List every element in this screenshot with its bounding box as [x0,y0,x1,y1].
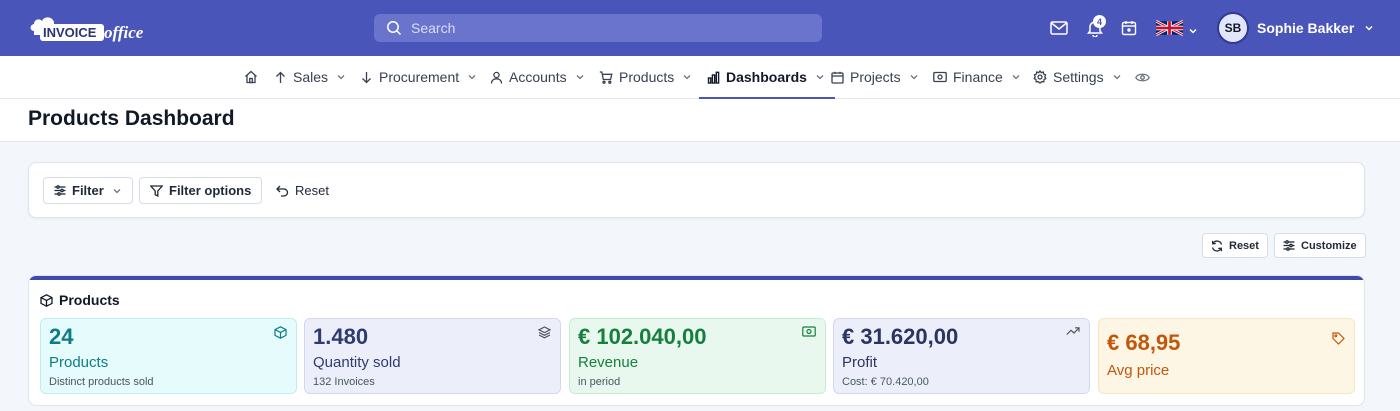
nav-item-accounts[interactable]: Accounts [490,56,585,98]
chevron-down-icon [113,188,121,193]
kpi-subtitle: in period [578,376,621,388]
kpi-label: Quantity sold [313,354,401,371]
kpi-label: Revenue [578,354,639,371]
chevron-down-icon [337,75,345,80]
box-icon [274,326,287,339]
svg-text:INVOICE: INVOICE [43,25,97,40]
sliders-icon [54,185,66,196]
nav-item-dashboards[interactable]: Dashboards [699,56,835,99]
nav-item-finance[interactable]: Finance [933,56,1021,98]
nav-item-projects[interactable]: Projects [831,56,919,98]
layers-icon [538,326,551,339]
chevron-down-icon [1012,75,1020,80]
banknote-icon [802,326,816,337]
customize-button[interactable]: Customize [1274,233,1366,258]
mail-icon[interactable] [1049,18,1069,38]
search-icon [387,21,402,36]
trending-up-icon [1066,327,1080,335]
kpi-value: € 102.040,00 [578,324,707,349]
chevron-down-icon [468,75,476,80]
chevron-down-icon [816,75,824,80]
calendar-icon [831,71,844,84]
top-bar: INVOICE office 4 SB Sophie Bakker [0,0,1400,56]
chevron-down-icon [1113,75,1121,80]
reset-filters-button[interactable]: Reset [266,177,339,204]
gear-icon [1033,70,1047,84]
filter-options-button[interactable]: Filter options [139,177,263,204]
kpi-card-products: 24 Products Distinct products sold [40,318,297,394]
language-flag-icon[interactable] [1155,20,1184,36]
chevron-down-icon [576,75,584,80]
arrow-down-icon [362,71,371,83]
nav-view-toggle[interactable] [1135,56,1150,98]
page-title: Products Dashboard [28,107,235,130]
sliders-icon [1283,240,1295,251]
kpi-value: 24 [49,324,74,349]
filter-button[interactable]: Filter [43,177,133,204]
kpi-card-profit: € 31.620,00 Profit Cost: € 70.420,00 [833,318,1090,394]
bar-chart-icon [707,71,720,84]
kpi-subtitle: Distinct products sold [49,376,154,388]
reset-dashboard-button[interactable]: Reset [1202,233,1268,258]
kpi-value: € 31.620,00 [842,324,959,349]
kpi-card-avg-price: € 68,95 Avg price [1098,318,1355,394]
kpi-card-quantity: 1.480 Quantity sold 132 Invoices [304,318,561,394]
banknote-icon [933,71,947,83]
filter-panel: Filter Filter options Reset [28,162,1365,218]
svg-text:office: office [104,23,144,42]
main-nav: Sales Procurement Accounts Products Dash… [0,56,1400,99]
kpi-subtitle: 132 Invoices [313,376,375,388]
funnel-icon [150,184,163,197]
home-icon [245,70,257,84]
nav-home[interactable] [244,56,258,98]
calendar-icon[interactable] [1119,18,1139,38]
user-menu[interactable]: SB Sophie Bakker [1217,12,1374,44]
chevron-down-icon [910,75,918,80]
kpi-label: Profit [842,354,878,371]
refresh-icon [1211,239,1223,252]
user-icon [490,71,503,84]
kpi-subtitle: Cost: € 70.420,00 [842,376,929,388]
nav-item-procurement[interactable]: Procurement [360,56,477,98]
kpi-label: Products [49,354,109,371]
search-input[interactable] [411,20,791,36]
kpi-label: Avg price [1107,362,1170,379]
kpi-card-revenue: € 102.040,00 Revenue in period [569,318,826,394]
user-name: Sophie Bakker [1257,20,1355,36]
nav-item-products[interactable]: Products [599,56,692,98]
chevron-down-icon [1365,25,1373,31]
app-logo[interactable]: INVOICE office [28,11,156,45]
notification-badge: 4 [1093,15,1106,28]
cart-icon [599,70,613,84]
nav-item-sales[interactable]: Sales [274,56,346,98]
kpi-value: 1.480 [313,324,369,349]
chevron-down-icon [683,75,691,80]
arrow-up-icon [276,71,285,83]
products-widget: Products 24 Products Distinct products s… [28,275,1365,406]
page-header: Products Dashboard [0,99,1400,142]
widget-title: Products [40,292,120,308]
chevron-down-icon[interactable] [1188,23,1198,41]
nav-item-settings[interactable]: Settings [1033,56,1122,98]
undo-icon [276,185,289,197]
tag-icon [1332,332,1345,345]
box-icon [40,293,53,307]
avatar: SB [1217,12,1249,44]
kpi-value: € 68,95 [1107,330,1181,355]
eye-icon [1135,73,1150,81]
search-bar[interactable] [374,14,822,42]
